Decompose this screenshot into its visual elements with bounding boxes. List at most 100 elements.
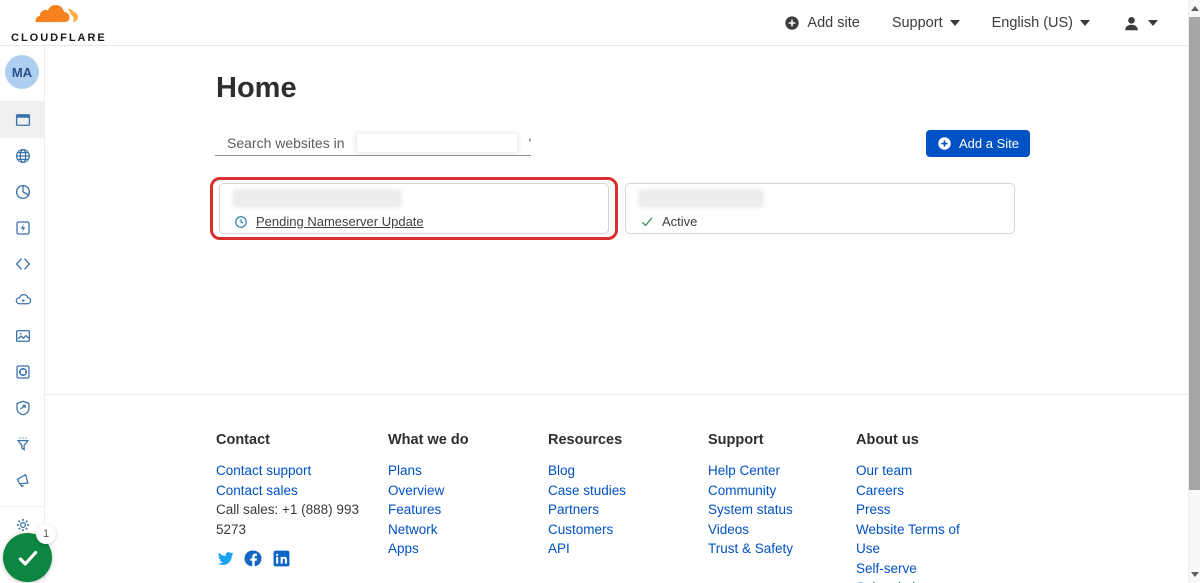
cloudflare-logo-text: CLOUDFLARE — [11, 32, 107, 44]
twitter-icon[interactable] — [216, 549, 235, 568]
footer-heading: Support — [708, 432, 764, 448]
gear-icon — [16, 518, 29, 531]
footer-link-item: Plans — [388, 461, 518, 481]
sidebar-item-notifications[interactable] — [0, 462, 45, 498]
footer-link-item: Our team — [856, 461, 984, 481]
videos-link[interactable]: Videos — [708, 522, 749, 537]
features-link[interactable]: Features — [388, 502, 441, 517]
linkedin-icon[interactable] — [272, 549, 291, 568]
facebook-icon[interactable] — [244, 549, 263, 568]
sidebar-item-websites[interactable] — [0, 102, 45, 138]
account-avatar[interactable]: MA — [5, 55, 39, 89]
trust-safety-link[interactable]: Trust & Safety — [708, 541, 793, 556]
contact-sales-link[interactable]: Contact sales — [216, 483, 298, 498]
sidebar-item-security[interactable] — [0, 390, 45, 426]
community-link[interactable]: Community — [708, 483, 776, 498]
top-navigation: Add site Support English (US) — [784, 0, 1158, 46]
footer-heading: About us — [856, 432, 919, 448]
footer-link-item: Network — [388, 520, 518, 540]
footer-link-item: Case studies — [548, 481, 678, 501]
language-menu[interactable]: English (US) — [992, 15, 1090, 31]
site-card-pending[interactable]: Pending Nameserver Update — [219, 183, 609, 234]
footer-heading: Contact — [216, 432, 270, 448]
footer-link-item: Press — [856, 500, 984, 520]
press-link[interactable]: Press — [856, 502, 891, 517]
footer-link-item: Help Center — [708, 461, 838, 481]
add-a-site-label: Add a Site — [959, 136, 1019, 151]
case-studies-link[interactable]: Case studies — [548, 483, 626, 498]
cloud-play-icon — [15, 294, 31, 305]
cloudflare-cloud-icon — [35, 5, 78, 23]
sidebar-item-domain-registration[interactable] — [0, 138, 45, 174]
customers-link[interactable]: Customers — [548, 522, 613, 537]
partners-link[interactable]: Partners — [548, 502, 599, 517]
add-a-site-button[interactable]: Add a Site — [926, 130, 1030, 157]
scrollbar-up-arrow[interactable] — [1191, 6, 1199, 11]
sidebar-item-speed[interactable] — [0, 210, 45, 246]
footer-column-what-we-do: What we do Plans Overview Features Netwo… — [388, 432, 518, 559]
safe-icon — [15, 365, 30, 379]
split-diamond-icon — [15, 258, 30, 270]
careers-link[interactable]: Careers — [856, 483, 904, 498]
blog-link[interactable]: Blog — [548, 463, 575, 478]
our-team-link[interactable]: Our team — [856, 463, 912, 478]
footer-heading: What we do — [388, 432, 469, 448]
help-center-link[interactable]: Help Center — [708, 463, 780, 478]
support-menu[interactable]: Support — [892, 15, 960, 31]
footer-divider — [45, 394, 1188, 395]
user-icon — [1125, 16, 1138, 30]
language-label: English (US) — [991, 15, 1073, 31]
check-icon — [18, 550, 37, 566]
cloudflare-logo[interactable]: CLOUDFLARE — [11, 4, 107, 44]
site-card-active[interactable]: Active — [625, 183, 1015, 234]
vertical-scrollbar[interactable] — [1188, 0, 1200, 583]
footer-link-item: Apps — [388, 539, 518, 559]
sidebar-item-traffic[interactable] — [0, 426, 45, 462]
sidebar-item-caching[interactable] — [0, 246, 45, 282]
add-site-label: Add site — [807, 15, 860, 31]
footer-link-item: Blog — [548, 461, 678, 481]
plans-link[interactable]: Plans — [388, 463, 422, 478]
footer-link-item: Website Terms of Use — [856, 520, 984, 559]
scrollbar-down-arrow[interactable] — [1191, 572, 1199, 577]
sidebar-item-analytics[interactable] — [0, 174, 45, 210]
footer-column-contact: Contact Contact support Contact sales Ca… — [216, 432, 381, 568]
active-status-label: Active — [662, 214, 698, 229]
contact-support-link[interactable]: Contact support — [216, 463, 311, 478]
overview-link[interactable]: Overview — [388, 483, 444, 498]
search-placeholder-prefix: Search websites in — [227, 135, 345, 151]
footer-link-item: Contact sales — [216, 481, 381, 501]
search-input[interactable]: Search websites in 's Accou — [215, 131, 531, 156]
top-header: CLOUDFLARE Add site Support English (US) — [0, 0, 1188, 46]
site-status-pending[interactable]: Pending Nameserver Update — [234, 214, 594, 229]
subscription-agreement-link[interactable]: Self-serve Subscription Agreement — [856, 561, 930, 583]
footer-link-item: Contact support — [216, 461, 381, 481]
add-site-link[interactable]: Add site — [784, 15, 860, 31]
redacted-site-name — [640, 191, 762, 206]
apps-link[interactable]: Apps — [388, 541, 419, 556]
system-status-link[interactable]: System status — [708, 502, 793, 517]
sidebar-item-security-center[interactable] — [0, 354, 45, 390]
shield-arrow-icon — [15, 400, 30, 416]
chevron-down-icon — [949, 20, 960, 26]
user-menu[interactable] — [1122, 14, 1158, 33]
globe-icon — [15, 149, 30, 163]
redacted-account-name — [356, 134, 517, 152]
footer-column-about-us: About us Our team Careers Press Website … — [856, 432, 984, 583]
image-icon — [15, 330, 30, 342]
megaphone-icon — [16, 473, 29, 488]
terms-of-use-link[interactable]: Website Terms of Use — [856, 522, 960, 557]
plus-circle-icon — [938, 137, 951, 150]
footer-link-item: Videos — [708, 520, 838, 540]
scrollbar-thumb[interactable] — [1189, 17, 1200, 490]
call-sales-text: Call sales: +1 (888) 993 5273 — [216, 502, 359, 537]
network-link[interactable]: Network — [388, 522, 438, 537]
footer-link-item: API — [548, 539, 678, 559]
api-link[interactable]: API — [548, 541, 570, 556]
sidebar-item-images[interactable] — [0, 318, 45, 354]
sidebar-item-stream[interactable] — [0, 282, 45, 318]
support-label: Support — [891, 15, 943, 31]
footer-link-item: Self-serve Subscription Agreement — [856, 559, 984, 583]
footer-link-item: Customers — [548, 520, 678, 540]
chevron-down-icon — [1080, 20, 1090, 26]
